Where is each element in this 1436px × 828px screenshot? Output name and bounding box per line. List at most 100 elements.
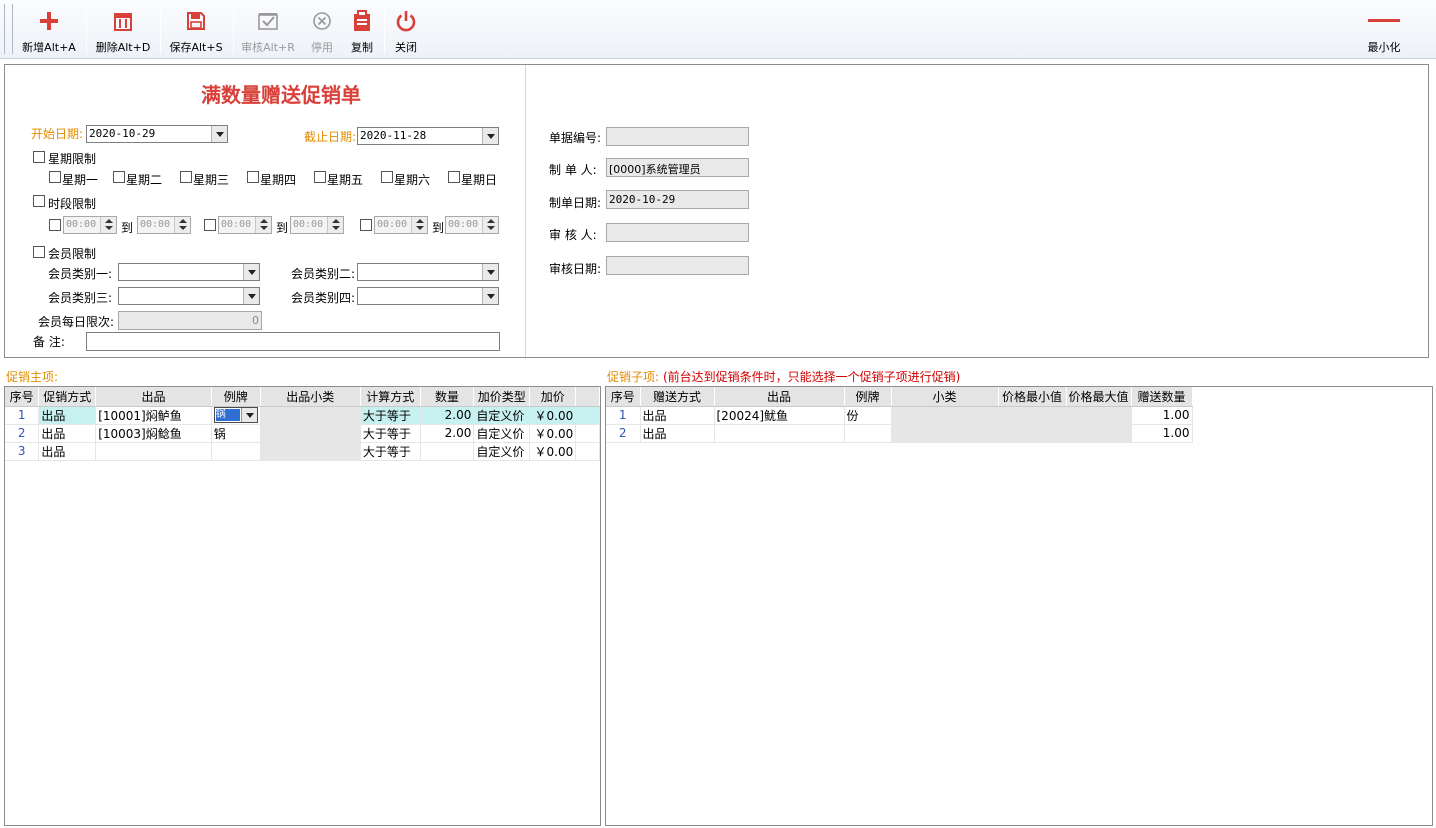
disable-button[interactable]: 停用 bbox=[306, 4, 338, 56]
weekday-checkbox-4[interactable] bbox=[247, 171, 259, 183]
item-cell[interactable] bbox=[714, 424, 845, 443]
table-row[interactable]: 3 出品 大于等于 自定义价 ￥0.00 bbox=[5, 442, 600, 461]
subcategory-cell[interactable] bbox=[260, 424, 361, 443]
chevron-down-icon[interactable] bbox=[240, 408, 257, 422]
subcategory-cell[interactable] bbox=[891, 406, 999, 425]
audit-date-field[interactable] bbox=[606, 256, 749, 275]
time-slot-2-start[interactable]: 00:00 bbox=[218, 216, 272, 234]
member-type3-select[interactable] bbox=[118, 287, 260, 305]
table-row[interactable]: 1 出品 [20024]鱿鱼 份 1.00 bbox=[606, 406, 1193, 425]
time-slot-3-start[interactable]: 00:00 bbox=[374, 216, 428, 234]
portion-cell[interactable]: 锅 bbox=[211, 424, 261, 443]
member-daily-limit-field[interactable]: 0 bbox=[118, 311, 262, 330]
remark-field[interactable] bbox=[86, 332, 500, 351]
end-date-picker[interactable]: 2020-11-28 bbox=[357, 127, 499, 145]
item-cell[interactable]: [20024]鱿鱼 bbox=[714, 406, 845, 425]
price-max-cell[interactable] bbox=[1066, 406, 1132, 425]
member-limit-checkbox[interactable] bbox=[33, 246, 45, 258]
promo-mode-cell[interactable]: 出品 bbox=[38, 406, 97, 425]
member-type2-select[interactable] bbox=[357, 263, 499, 281]
calc-mode-cell[interactable]: 大于等于 bbox=[360, 424, 421, 443]
column-header[interactable]: 出品小类 bbox=[260, 387, 361, 407]
column-header[interactable]: 价格最大值 bbox=[1066, 387, 1132, 407]
table-row[interactable]: 1 出品 [10001]焖鲈鱼 锅 大于等于 2.00 自定义价 ￥0.00 bbox=[5, 406, 600, 425]
column-header[interactable]: 价格最小值 bbox=[998, 387, 1067, 407]
week-limit-checkbox[interactable] bbox=[33, 151, 45, 163]
audit-button[interactable]: 审核Alt+R bbox=[236, 4, 300, 56]
item-cell[interactable]: [10003]焖鲶鱼 bbox=[95, 424, 212, 443]
close-button[interactable]: 关闭 bbox=[390, 4, 422, 56]
price-min-cell[interactable] bbox=[998, 424, 1067, 443]
weekday-checkbox-2[interactable] bbox=[113, 171, 125, 183]
portion-cell[interactable] bbox=[211, 442, 261, 461]
column-header[interactable]: 序号 bbox=[606, 387, 641, 407]
price-type-cell[interactable]: 自定义价 bbox=[473, 442, 531, 461]
column-header[interactable]: 出品 bbox=[95, 387, 212, 407]
sub-items-grid[interactable]: 序号 赠送方式 出品 例牌 小类 价格最小值 价格最大值 赠送数量 1 出品 [… bbox=[605, 386, 1433, 826]
price-type-cell[interactable]: 自定义价 bbox=[473, 424, 531, 443]
time-slot-1-start[interactable]: 00:00 bbox=[63, 216, 117, 234]
time-slot-1-end[interactable]: 00:00 bbox=[137, 216, 191, 234]
price-max-cell[interactable] bbox=[1066, 424, 1132, 443]
price-cell[interactable]: ￥0.00 bbox=[529, 424, 577, 443]
maker-field[interactable]: [0000]系统管理员 bbox=[606, 158, 749, 177]
start-date-picker[interactable]: 2020-10-29 bbox=[86, 125, 228, 143]
calc-mode-cell[interactable]: 大于等于 bbox=[360, 442, 421, 461]
column-header[interactable]: 加价类型 bbox=[473, 387, 531, 407]
time-slot-checkbox-3[interactable] bbox=[360, 219, 372, 231]
column-header[interactable]: 出品 bbox=[714, 387, 845, 407]
copy-button[interactable]: 复制 bbox=[346, 4, 378, 56]
minimize-button[interactable]: 最小化 bbox=[1360, 4, 1408, 56]
price-cell[interactable]: ￥0.00 bbox=[529, 406, 577, 425]
item-cell[interactable] bbox=[95, 442, 212, 461]
chevron-down-icon[interactable] bbox=[482, 128, 498, 144]
chevron-down-icon[interactable] bbox=[243, 288, 259, 304]
save-button[interactable]: 保存Alt+S bbox=[163, 4, 229, 56]
add-button[interactable]: 新增Alt+A bbox=[16, 4, 82, 56]
subcategory-cell[interactable] bbox=[891, 424, 999, 443]
chevron-down-icon[interactable] bbox=[243, 264, 259, 280]
weekday-checkbox-7[interactable] bbox=[448, 171, 460, 183]
main-items-grid[interactable]: 序号 促销方式 出品 例牌 出品小类 计算方式 数量 加价类型 加价 1 出品 … bbox=[4, 386, 601, 826]
make-date-field[interactable]: 2020-10-29 bbox=[606, 190, 749, 209]
member-type4-select[interactable] bbox=[357, 287, 499, 305]
doc-no-field[interactable] bbox=[606, 127, 749, 146]
time-slot-2-end[interactable]: 00:00 bbox=[290, 216, 344, 234]
spinner-icon[interactable] bbox=[100, 217, 116, 233]
table-row[interactable]: 2 出品 [10003]焖鲶鱼 锅 大于等于 2.00 自定义价 ￥0.00 bbox=[5, 424, 600, 443]
gift-mode-cell[interactable]: 出品 bbox=[640, 406, 715, 425]
weekday-checkbox-1[interactable] bbox=[49, 171, 61, 183]
price-type-cell[interactable]: 自定义价 bbox=[473, 406, 531, 425]
spinner-icon[interactable] bbox=[482, 217, 498, 233]
gift-mode-cell[interactable]: 出品 bbox=[640, 424, 715, 443]
spinner-icon[interactable] bbox=[411, 217, 427, 233]
gift-quantity-cell[interactable]: 1.00 bbox=[1131, 406, 1193, 425]
item-cell[interactable]: [10001]焖鲈鱼 bbox=[95, 406, 212, 425]
time-slot-checkbox-1[interactable] bbox=[49, 219, 61, 231]
promo-mode-cell[interactable]: 出品 bbox=[38, 442, 97, 461]
column-header[interactable]: 促销方式 bbox=[38, 387, 97, 407]
spinner-icon[interactable] bbox=[255, 217, 271, 233]
quantity-cell[interactable]: 2.00 bbox=[420, 406, 475, 425]
column-header[interactable]: 赠送数量 bbox=[1131, 387, 1193, 407]
member-type1-select[interactable] bbox=[118, 263, 260, 281]
weekday-checkbox-3[interactable] bbox=[180, 171, 192, 183]
chevron-down-icon[interactable] bbox=[211, 126, 227, 142]
time-slot-checkbox-2[interactable] bbox=[204, 219, 216, 231]
delete-button[interactable]: 删除Alt+D bbox=[90, 4, 156, 56]
weekday-checkbox-5[interactable] bbox=[314, 171, 326, 183]
gift-quantity-cell[interactable]: 1.00 bbox=[1131, 424, 1193, 443]
portion-cell[interactable]: 份 bbox=[844, 406, 892, 425]
column-header[interactable]: 例牌 bbox=[211, 387, 261, 407]
quantity-cell[interactable]: 2.00 bbox=[420, 424, 475, 443]
column-header[interactable]: 小类 bbox=[891, 387, 999, 407]
price-min-cell[interactable] bbox=[998, 406, 1067, 425]
table-row[interactable]: 2 出品 1.00 bbox=[606, 424, 1193, 443]
spinner-icon[interactable] bbox=[174, 217, 190, 233]
promo-mode-cell[interactable]: 出品 bbox=[38, 424, 97, 443]
portion-select[interactable]: 锅 bbox=[213, 407, 258, 423]
price-cell[interactable]: ￥0.00 bbox=[529, 442, 577, 461]
auditor-field[interactable] bbox=[606, 223, 749, 242]
chevron-down-icon[interactable] bbox=[482, 264, 498, 280]
subcategory-cell[interactable] bbox=[260, 406, 361, 425]
